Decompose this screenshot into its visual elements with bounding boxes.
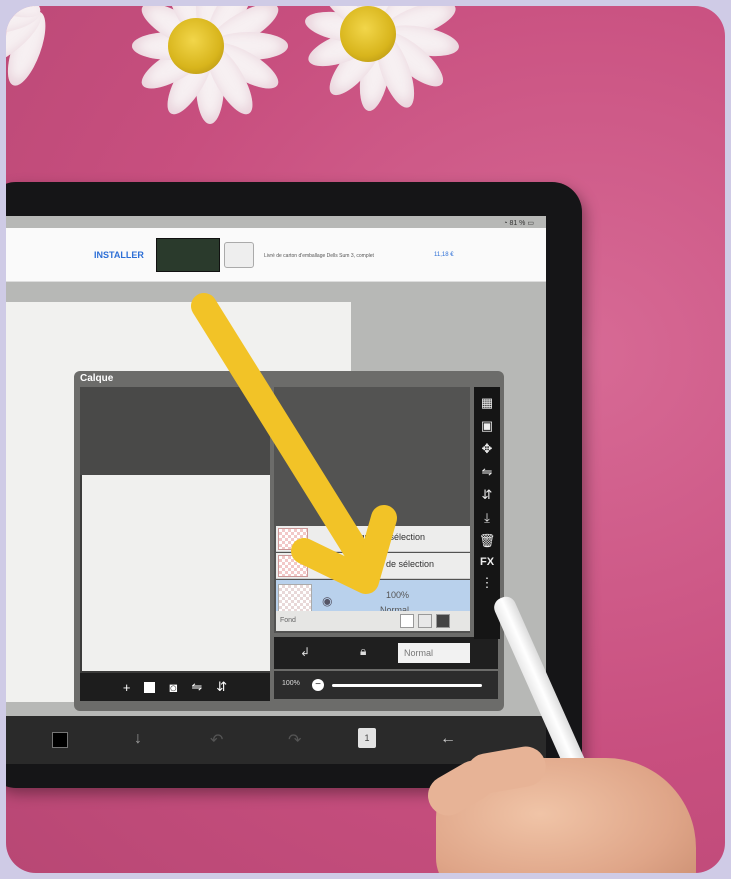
annotation-arrow	[191, 293, 397, 594]
photo-frame: ◔ 81 % ▭ INSTALLER Livré de carton d'emb…	[6, 6, 725, 873]
